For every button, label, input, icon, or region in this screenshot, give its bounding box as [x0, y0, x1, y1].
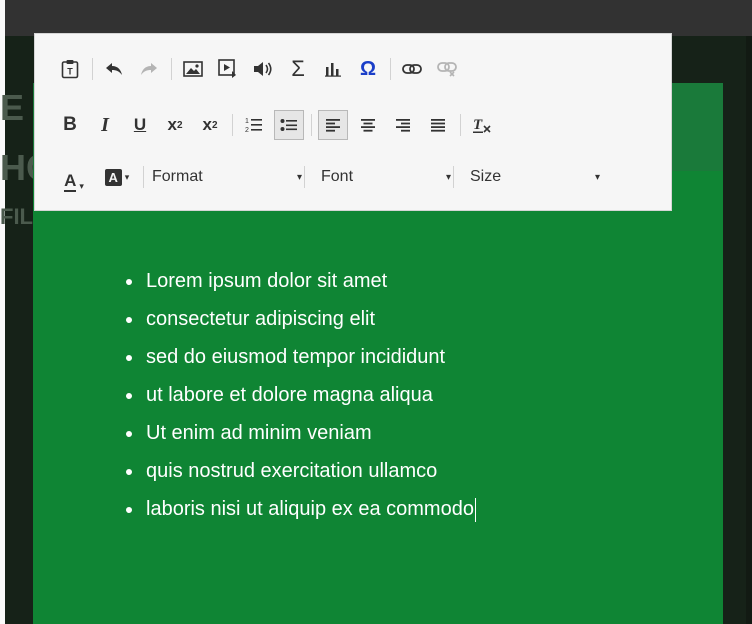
- list-item[interactable]: Ut enim ad minim veniam: [144, 414, 476, 452]
- top-bar: [0, 0, 752, 36]
- chevron-down-icon: ▾: [296, 171, 302, 183]
- background-color-button[interactable]: A ▾: [98, 162, 136, 192]
- svg-text:2: 2: [245, 127, 249, 134]
- bullet-list[interactable]: Lorem ipsum dolor sit amet consectetur a…: [116, 262, 476, 528]
- list-item[interactable]: laboris nisi ut aliquip ex ea commodo: [144, 490, 476, 528]
- separator: [92, 58, 93, 80]
- background-text: E: [0, 87, 25, 128]
- text-cursor: [474, 497, 476, 522]
- font-dropdown[interactable]: Font ▾: [311, 162, 451, 192]
- align-left-icon[interactable]: [318, 110, 348, 140]
- list-item[interactable]: consectetur adipiscing elit: [144, 300, 476, 338]
- list-item[interactable]: ut labore et dolore magna aliqua: [144, 376, 476, 414]
- svg-text:1: 1: [245, 118, 249, 125]
- size-dropdown[interactable]: Size ▾: [460, 162, 600, 192]
- undo-icon[interactable]: [99, 54, 129, 84]
- underline-button[interactable]: U: [125, 110, 155, 140]
- separator: [143, 166, 144, 188]
- audio-icon[interactable]: [248, 54, 278, 84]
- editor-toolbar: T Σ Ω B I U x 2 x 2 1 2 T A ▾ A ▾ Format…: [34, 33, 672, 211]
- separator: [460, 114, 461, 136]
- bullet-list-icon[interactable]: [274, 110, 304, 140]
- sum-icon[interactable]: Σ: [283, 54, 313, 84]
- text-color-button[interactable]: A ▾: [55, 162, 93, 192]
- clear-format-icon[interactable]: T: [467, 110, 497, 140]
- unlink-icon[interactable]: [432, 54, 462, 84]
- list-item[interactable]: Lorem ipsum dolor sit amet: [144, 262, 476, 300]
- toolbar-row-style: A ▾ A ▾ Format ▾ Font ▾ Size ▾: [55, 160, 600, 194]
- format-dropdown[interactable]: Format ▾: [150, 162, 302, 192]
- separator: [453, 166, 454, 188]
- background-text: FIL: [0, 204, 33, 229]
- italic-button[interactable]: I: [90, 110, 120, 140]
- paste-text-icon[interactable]: T: [55, 54, 85, 84]
- chevron-down-icon: ▾: [594, 171, 600, 183]
- toolbar-row-format: B I U x2 x2 12 T: [55, 108, 502, 142]
- svg-text:T: T: [473, 117, 483, 133]
- separator: [171, 58, 172, 80]
- right-edge: [746, 36, 752, 624]
- svg-text:T: T: [67, 67, 73, 77]
- caret-icon: ▾: [124, 171, 130, 182]
- media-icon[interactable]: [213, 54, 243, 84]
- align-right-icon[interactable]: [388, 110, 418, 140]
- toolbar-row-insert: T Σ Ω: [55, 52, 467, 86]
- chart-icon[interactable]: [318, 54, 348, 84]
- list-item[interactable]: quis nostrud exercitation ullamco: [144, 452, 476, 490]
- separator: [232, 114, 233, 136]
- separator: [304, 166, 305, 188]
- list-item[interactable]: sed do eiusmod tempor incididunt: [144, 338, 476, 376]
- justify-icon[interactable]: [423, 110, 453, 140]
- special-char-icon[interactable]: Ω: [353, 54, 383, 84]
- separator: [390, 58, 391, 80]
- caret-icon: ▾: [79, 181, 84, 191]
- link-icon[interactable]: [397, 54, 427, 84]
- align-center-icon[interactable]: [353, 110, 383, 140]
- numbered-list-icon[interactable]: 12: [239, 110, 269, 140]
- separator: [311, 114, 312, 136]
- image-icon[interactable]: [178, 54, 208, 84]
- list-item-text: laboris nisi ut aliquip ex ea commodo: [146, 498, 474, 520]
- bold-button[interactable]: B: [55, 110, 85, 140]
- superscript-button[interactable]: x2: [195, 110, 225, 140]
- subscript-button[interactable]: x2: [160, 110, 190, 140]
- redo-icon[interactable]: [134, 54, 164, 84]
- chevron-down-icon: ▾: [445, 171, 451, 183]
